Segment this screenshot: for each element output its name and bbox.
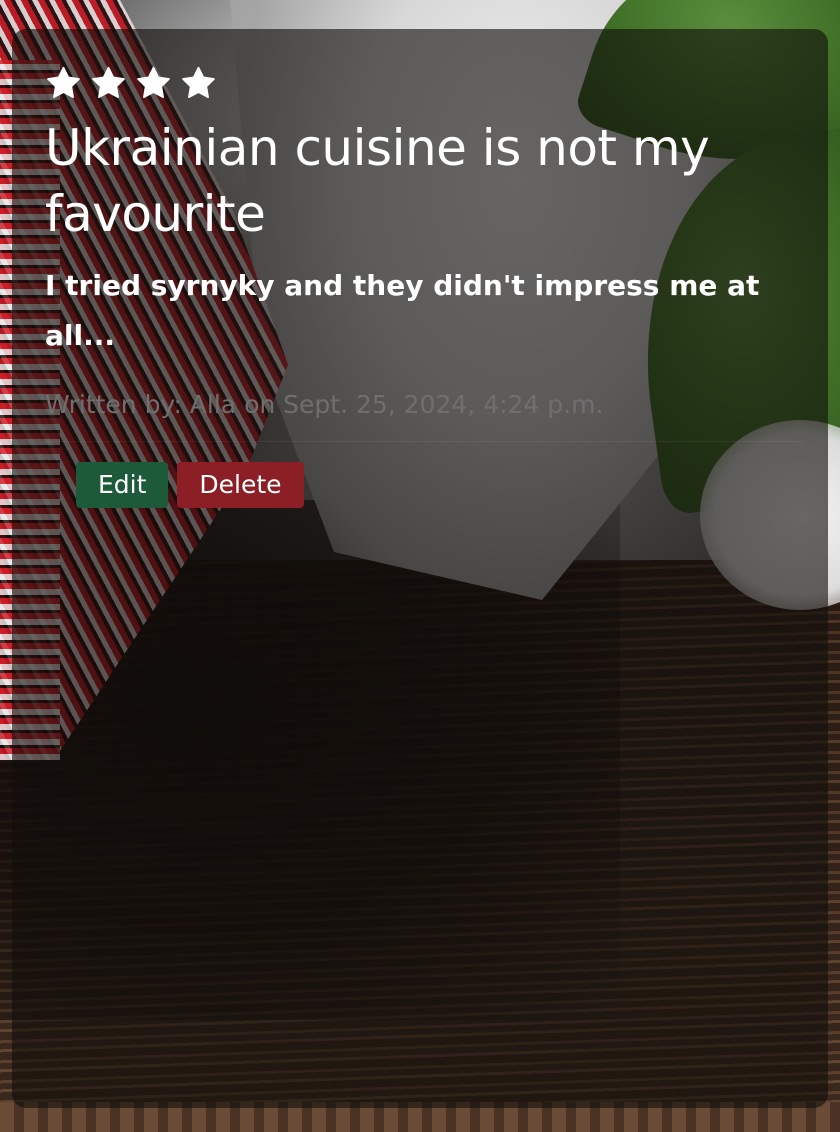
review-body: I tried syrnyky and they didn't impress … [45, 269, 760, 352]
review-title: Ukrainian cuisine is not my favourite [45, 119, 710, 243]
star-rating [45, 63, 795, 103]
delete-button[interactable]: Delete [177, 462, 304, 508]
review-author-date: Written by: Alla on Sept. 25, 2024, 4:24… [45, 390, 604, 419]
review-card: Ukrainian cuisine is not my favourite I … [12, 29, 828, 1108]
star-icon [45, 65, 82, 102]
edit-button[interactable]: Edit [76, 462, 169, 508]
review-actions: Edit Delete [76, 462, 795, 508]
star-icon [90, 65, 127, 102]
divider [45, 441, 805, 442]
star-icon [135, 65, 172, 102]
star-icon [180, 65, 217, 102]
